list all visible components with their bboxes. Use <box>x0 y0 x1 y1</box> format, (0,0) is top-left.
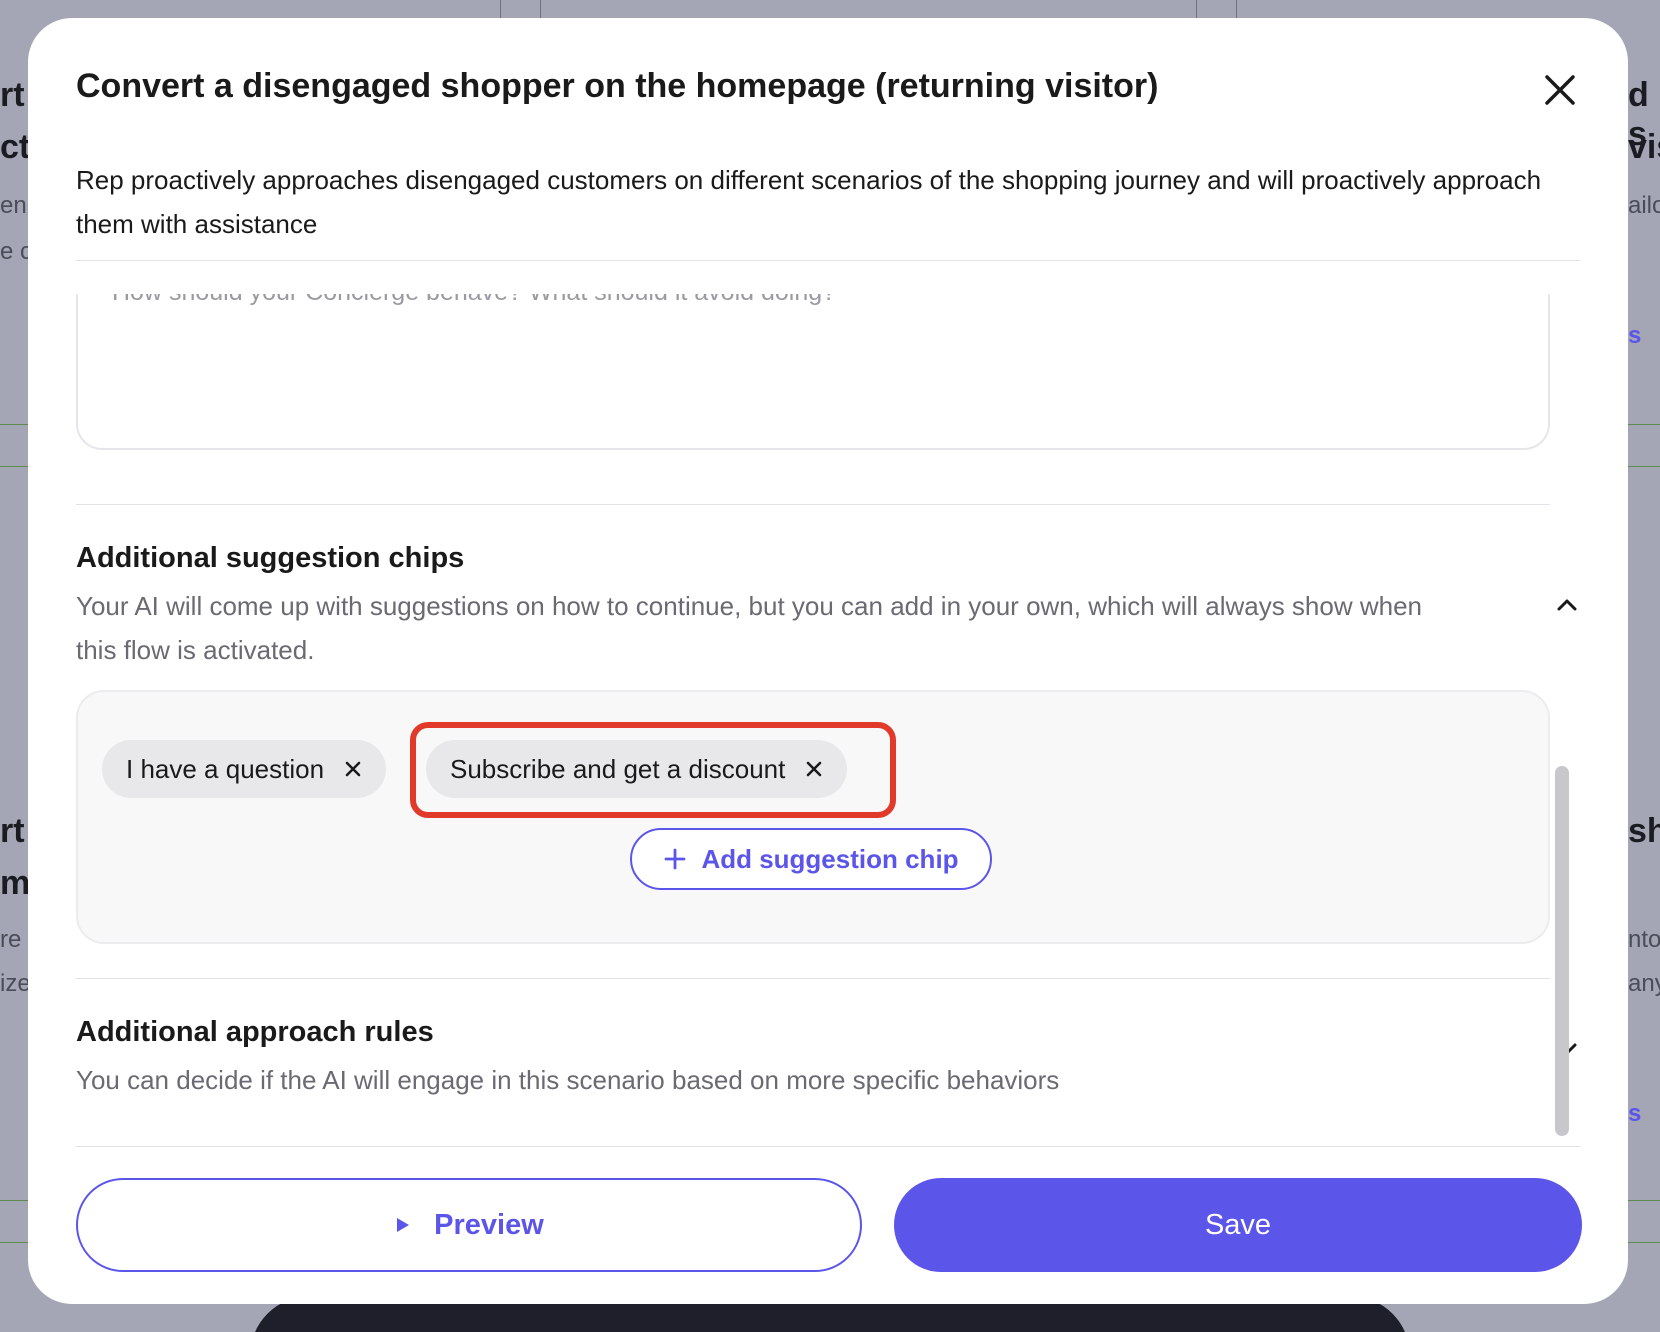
bg-text: ct <box>0 128 31 166</box>
bg-text: any <box>1628 970 1660 997</box>
play-icon <box>397 1218 410 1232</box>
close-icon <box>345 761 361 777</box>
bg-divider <box>1236 0 1237 18</box>
bg-text: vis <box>1628 128 1660 166</box>
suggestion-chip-label: I have a question <box>126 753 325 784</box>
bg-line <box>1628 466 1660 467</box>
approach-rules-description: You can decide if the AI will engage in … <box>76 1065 1060 1095</box>
bg-text: en <box>0 192 27 219</box>
bg-divider <box>1196 0 1197 18</box>
bg-line <box>0 1200 28 1201</box>
bg-line <box>0 466 28 467</box>
section-divider <box>76 504 1550 505</box>
save-button[interactable]: Save <box>894 1178 1582 1272</box>
section-divider <box>76 978 1550 979</box>
modal-title: Convert a disengaged shopper on the home… <box>76 67 1159 105</box>
divider <box>76 1146 1580 1147</box>
close-icon <box>1545 75 1575 105</box>
suggestion-chips-title: Additional suggestion chips <box>76 542 465 574</box>
bg-line <box>0 424 28 425</box>
bg-text: rt <box>0 76 25 114</box>
flow-edit-modal: Convert a disengaged shopper on the home… <box>28 18 1628 1304</box>
bg-divider <box>540 0 541 18</box>
bg-text: nto <box>1628 926 1660 953</box>
behavior-textarea[interactable]: How should your Concierge behave? What s… <box>76 294 1550 450</box>
chevron-up-icon <box>1557 599 1577 611</box>
bg-text: re <box>0 926 22 953</box>
bg-line <box>0 1242 28 1243</box>
bg-text: s <box>1628 1100 1642 1127</box>
bg-text: sh <box>1628 812 1660 850</box>
modal-description: Rep proactively approaches disengaged cu… <box>76 165 1542 239</box>
modal-scroll-content[interactable]: How should your Concierge behave? What s… <box>76 294 1580 1146</box>
chip-highlight-annotation <box>410 722 896 818</box>
suggestion-chips-container: I have a question Subscribe and get a di… <box>76 690 1550 944</box>
bg-text: ailo <box>1628 192 1660 219</box>
bg-line <box>1628 1200 1660 1201</box>
approach-rules-title: Additional approach rules <box>76 1016 434 1048</box>
scrollbar[interactable] <box>1555 766 1569 1136</box>
add-suggestion-chip-label: Add suggestion chip <box>701 843 959 874</box>
bg-line <box>1628 1242 1660 1243</box>
bg-text: s <box>1628 322 1642 349</box>
add-suggestion-chip-button[interactable]: Add suggestion chip <box>630 828 992 890</box>
plus-icon <box>665 848 686 870</box>
preview-label: Preview <box>434 1208 544 1241</box>
bg-divider <box>500 0 501 18</box>
close-button[interactable] <box>1538 68 1582 112</box>
bg-line <box>1628 424 1660 425</box>
suggestion-chip: I have a question <box>102 740 387 798</box>
bg-text: rt <box>0 812 25 850</box>
behavior-textarea-placeholder: How should your Concierge behave? What s… <box>112 294 836 307</box>
divider <box>76 260 1580 261</box>
preview-button[interactable]: Preview <box>76 1178 862 1272</box>
bg-text: m <box>0 864 31 902</box>
remove-chip-button[interactable] <box>342 758 364 780</box>
bg-text: ize <box>0 970 31 997</box>
suggestion-chips-description: Your AI will come up with suggestions on… <box>76 591 1423 665</box>
suggestion-chips-collapse-toggle[interactable] <box>1552 590 1580 620</box>
